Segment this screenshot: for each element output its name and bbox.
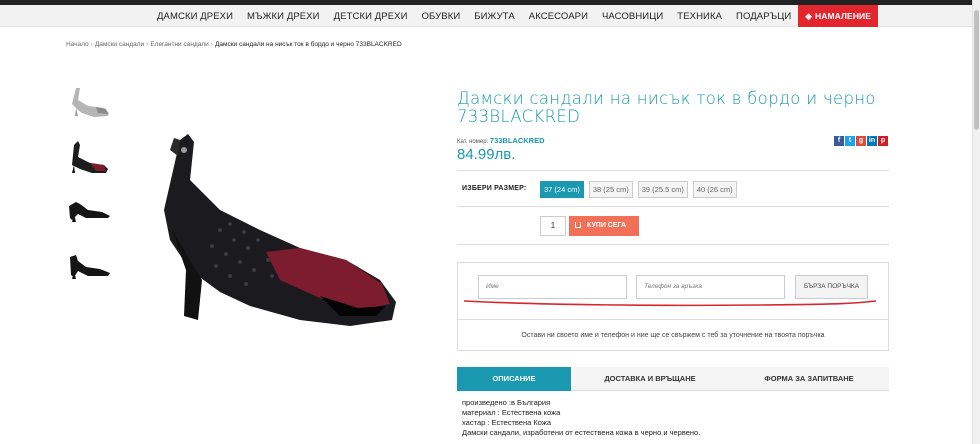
twitter-icon[interactable]: t: [845, 136, 855, 146]
breadcrumb-category[interactable]: Дамски сандали: [95, 41, 144, 48]
size-options: 37 (24 cm) 38 (25 cm) 39 (25.5 cm) 40 (2…: [540, 181, 737, 198]
nav-item-kids-clothing[interactable]: ДЕТСКИ ДРЕХИ: [327, 11, 415, 22]
breadcrumb: Начало › Дамски сандали › Елегантни сандали ›…: [66, 41, 402, 48]
nav-item-jewelry[interactable]: БИЖУТА: [467, 11, 522, 22]
facebook-icon[interactable]: f: [834, 136, 844, 146]
product-title: Дамски сандали на нисък ток в бордо и че…: [457, 89, 876, 126]
description-line: материал : Естествена кожа: [462, 408, 561, 417]
tab-inquiry-form[interactable]: ФОРМА ЗА ЗАПИТВАНЕ: [729, 367, 889, 391]
main-nav: ДАМСКИ ДРЕХИ МЪЖКИ ДРЕХИ ДЕТСКИ ДРЕХИ ОБ…: [0, 5, 972, 27]
quick-order-button[interactable]: БЪРЗА ПОРЪЧКА: [795, 275, 868, 299]
size-option-38[interactable]: 38 (25 cm): [588, 181, 633, 198]
buy-now-button[interactable]: КУПИ СЕГА: [569, 216, 639, 236]
product-thumbnail-3[interactable]: [66, 190, 112, 230]
divider: [457, 206, 889, 207]
breadcrumb-separator: ›: [90, 41, 93, 48]
breadcrumb-home[interactable]: Начало: [66, 41, 89, 48]
size-option-37[interactable]: 37 (24 cm): [540, 181, 584, 198]
scrollbar-thumb[interactable]: [974, 10, 979, 130]
nav-item-watches[interactable]: ЧАСОВНИЦИ: [595, 11, 670, 22]
sku: Кат. номер: 733BLACKRED: [457, 136, 545, 145]
buy-now-label: КУПИ СЕГА: [587, 222, 627, 229]
page-scrollbar[interactable]: [972, 0, 980, 444]
product-tabs: ОПИСАНИЕ ДОСТАВКА И ВРЪЩАНЕ ФОРМА ЗА ЗАП…: [457, 367, 889, 391]
breadcrumb-current: Дамски сандали на нисък ток в бордо и че…: [214, 41, 402, 48]
shopping-bag-icon: [575, 222, 581, 228]
product-price: 84.99лв.: [457, 146, 516, 163]
nav-item-electronics[interactable]: ТЕХНИКА: [670, 11, 729, 22]
sku-label: Кат. номер:: [457, 139, 489, 145]
product-thumbnail-4[interactable]: [66, 245, 112, 285]
quantity-input[interactable]: 1: [540, 216, 566, 236]
google-plus-icon[interactable]: g: [856, 136, 866, 146]
share-icons: f t g in p: [834, 136, 888, 146]
breadcrumb-separator: ›: [210, 41, 213, 48]
product-thumbnail-1[interactable]: [66, 80, 112, 120]
nav-item-accessories[interactable]: АКСЕСОАРИ: [522, 11, 595, 22]
tag-icon: ◈: [805, 11, 812, 21]
nav-item-shoes[interactable]: ОБУВКИ: [415, 11, 468, 22]
quick-order-note: Остави ни своето име и телефон и ние ще …: [521, 332, 825, 339]
nav-item-mens-clothing[interactable]: МЪЖКИ ДРЕХИ: [240, 11, 327, 22]
nav-item-sale[interactable]: ◈ НАМАЛЕНИЕ: [798, 5, 879, 27]
product-thumbnail-2[interactable]: [66, 135, 112, 175]
sale-label: НАМАЛЕНИЕ: [814, 11, 872, 21]
nav-item-gifts[interactable]: ПОДАРЪЦИ: [729, 11, 798, 22]
linkedin-icon[interactable]: in: [867, 136, 877, 146]
breadcrumb-separator: ›: [146, 41, 149, 48]
red-annotation-underline: [463, 300, 877, 307]
sku-value: 733BLACKRED: [489, 136, 545, 145]
description-line: Дамски сандали, изработени от естествена…: [462, 428, 701, 437]
divider: [457, 170, 889, 171]
size-option-39[interactable]: 39 (25.5 cm): [637, 181, 688, 198]
tab-delivery-returns[interactable]: ДОСТАВКА И ВРЪЩАНЕ: [571, 367, 729, 391]
description-line: хастар : Естествена Кожа: [462, 418, 552, 427]
description-line: произведено :в България: [462, 398, 551, 407]
divider: [458, 319, 888, 320]
nav-item-womens-clothing[interactable]: ДАМСКИ ДРЕХИ: [150, 11, 240, 22]
size-label: ИЗБЕРИ РАЗМЕР:: [462, 185, 527, 192]
phone-input[interactable]: Телефон за връзка: [636, 275, 785, 299]
name-input[interactable]: Име: [478, 275, 627, 299]
size-option-40[interactable]: 40 (26 cm): [692, 181, 737, 198]
product-description: произведено :в България материал : Естес…: [462, 398, 700, 438]
tab-description[interactable]: ОПИСАНИЕ: [457, 367, 571, 391]
divider: [457, 244, 889, 245]
pinterest-icon[interactable]: p: [878, 136, 888, 146]
breadcrumb-subcategory[interactable]: Елегантни сандали: [150, 41, 208, 48]
product-main-image[interactable]: [150, 120, 410, 340]
